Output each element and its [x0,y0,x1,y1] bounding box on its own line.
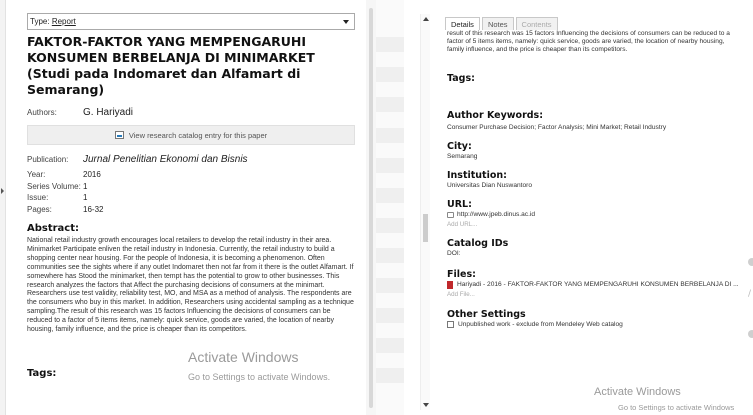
list-row[interactable] [376,97,404,112]
issue-value[interactable]: 1 [83,192,87,204]
add-url-link[interactable]: Add URL... [447,220,742,229]
catalog-icon [114,131,124,139]
author-keywords-heading: Author Keywords: [447,109,544,121]
details-tab-bar: Details Notes Contents [445,17,560,30]
publication-value[interactable]: Jurnal Penelitian Ekonomi dan Bisnis [83,154,248,166]
link-icon[interactable] [447,211,454,218]
unpublished-row[interactable]: Unpublished work - exclude from Mendeley… [447,320,742,330]
type-label: Type: [30,17,50,26]
pages-value[interactable]: 16-32 [83,204,103,216]
list-scrollbar[interactable] [420,14,430,410]
authors-field: Authors: G. Hariyadi [27,107,355,119]
abstract-tail-text[interactable]: result of this research was 15 factors I… [447,30,742,55]
abstract-heading: Abstract: [27,223,80,234]
document-type-dropdown[interactable]: Type: Report [27,13,355,30]
list-row[interactable] [376,248,404,263]
city-heading: City: [447,140,472,152]
list-row[interactable] [376,368,404,383]
url-row[interactable]: http://www.jpeb.dinus.ac.id [447,210,742,220]
document-list-gutter [376,0,404,415]
publication-field: Publication: Jurnal Penelitian Ekonomi d… [27,154,355,166]
tags-heading: Tags: [447,72,475,84]
list-scrollbar-thumb[interactable] [423,214,428,242]
authors-label: Authors: [27,108,57,117]
document-title[interactable]: FAKTOR-FAKTOR YANG MEMPENGARUHI KONSUMEN… [27,34,355,98]
add-file-link[interactable]: Add File... [447,290,742,299]
issue-label: Issue: [27,193,49,202]
year-label: Year: [27,170,46,179]
year-value[interactable]: 2016 [83,169,101,181]
series-volume-label: Series Volume: [27,181,81,191]
list-row[interactable] [376,188,404,203]
authors-value[interactable]: G. Hariyadi [83,107,133,119]
expand-arrow-icon[interactable] [1,188,4,194]
metadata-fields: Year: 2016 Series Volume: 1 Issue: 1 Pag… [27,169,355,215]
activate-windows-hint-right: Go to Settings to activate Windows [618,403,735,412]
city-value[interactable]: Semarang [447,152,742,161]
pdf-icon [447,280,453,289]
file-row[interactable]: Hariyadi - 2016 - FAKTOR-FAKTOR YANG MEM… [447,280,742,290]
details-panel-content: result of this research was 15 factors I… [447,30,742,330]
activate-windows-watermark: Activate Windows [188,349,299,365]
issue-field: Issue: 1 [27,192,355,204]
pages-field: Pages: 16-32 [27,204,355,216]
tags-heading-left: Tags: [27,368,57,379]
unpublished-label: Unpublished work - exclude from Mendeley… [458,320,623,328]
doi-field[interactable]: DOI: [447,249,742,258]
view-catalog-label: View research catalog entry for this pap… [128,130,268,140]
scroll-up-arrow-icon[interactable] [423,17,429,21]
tab-notes[interactable]: Notes [481,17,514,30]
list-row[interactable] [376,128,404,143]
catalog-ids-heading: Catalog IDs [447,237,509,249]
edit-handle-icon[interactable] [748,330,753,338]
tab-details[interactable]: Details [445,17,480,30]
files-heading: Files: [447,268,476,280]
activate-windows-hint: Go to Settings to activate Windows. [188,372,331,382]
institution-value[interactable]: Universitas Dian Nuswantoro [447,181,742,190]
list-row[interactable] [376,158,404,173]
list-row[interactable] [376,338,404,353]
chevron-down-icon[interactable] [343,19,349,24]
document-details-left-panel: Type: Report FAKTOR-FAKTOR YANG MEMPENGA… [0,0,364,415]
series-volume-value[interactable]: 1 [83,181,87,193]
document-type-text: Type: Report [30,17,343,26]
left-panel-content: Type: Report FAKTOR-FAKTOR YANG MEMPENGA… [27,13,355,335]
edit-handle-icon[interactable] [748,258,753,266]
list-row[interactable] [376,67,404,82]
edit-pencil-icon[interactable]: / [748,289,751,299]
url-value[interactable]: http://www.jpeb.dinus.ac.id [457,210,535,220]
year-field: Year: 2016 [27,169,355,181]
url-heading: URL: [447,198,472,210]
abstract-text[interactable]: National retail industry growth encourag… [27,237,355,335]
tab-contents[interactable]: Contents [515,17,558,30]
left-collapse-strip[interactable] [0,0,6,415]
left-scrollbar-thumb[interactable] [369,8,373,408]
pages-label: Pages: [27,204,52,214]
institution-heading: Institution: [447,169,507,181]
list-row[interactable] [376,37,404,52]
list-row[interactable] [376,278,404,293]
scroll-down-arrow-icon[interactable] [423,403,429,407]
list-row[interactable] [376,218,404,233]
type-value: Report [51,17,76,26]
file-name[interactable]: Hariyadi - 2016 - FAKTOR-FAKTOR YANG MEM… [457,280,739,290]
unpublished-checkbox[interactable] [447,321,454,329]
series-volume-field: Series Volume: 1 [27,181,355,193]
list-row[interactable] [376,308,404,323]
left-panel-scrollbar[interactable] [366,0,376,415]
other-settings-heading: Other Settings [447,308,526,320]
publication-label: Publication: [27,155,69,164]
view-catalog-button[interactable]: View research catalog entry for this pap… [27,125,355,145]
activate-windows-watermark-right: Activate Windows [594,386,681,398]
author-keywords-value[interactable]: Consumer Purchase Decision; Factor Analy… [447,123,742,132]
